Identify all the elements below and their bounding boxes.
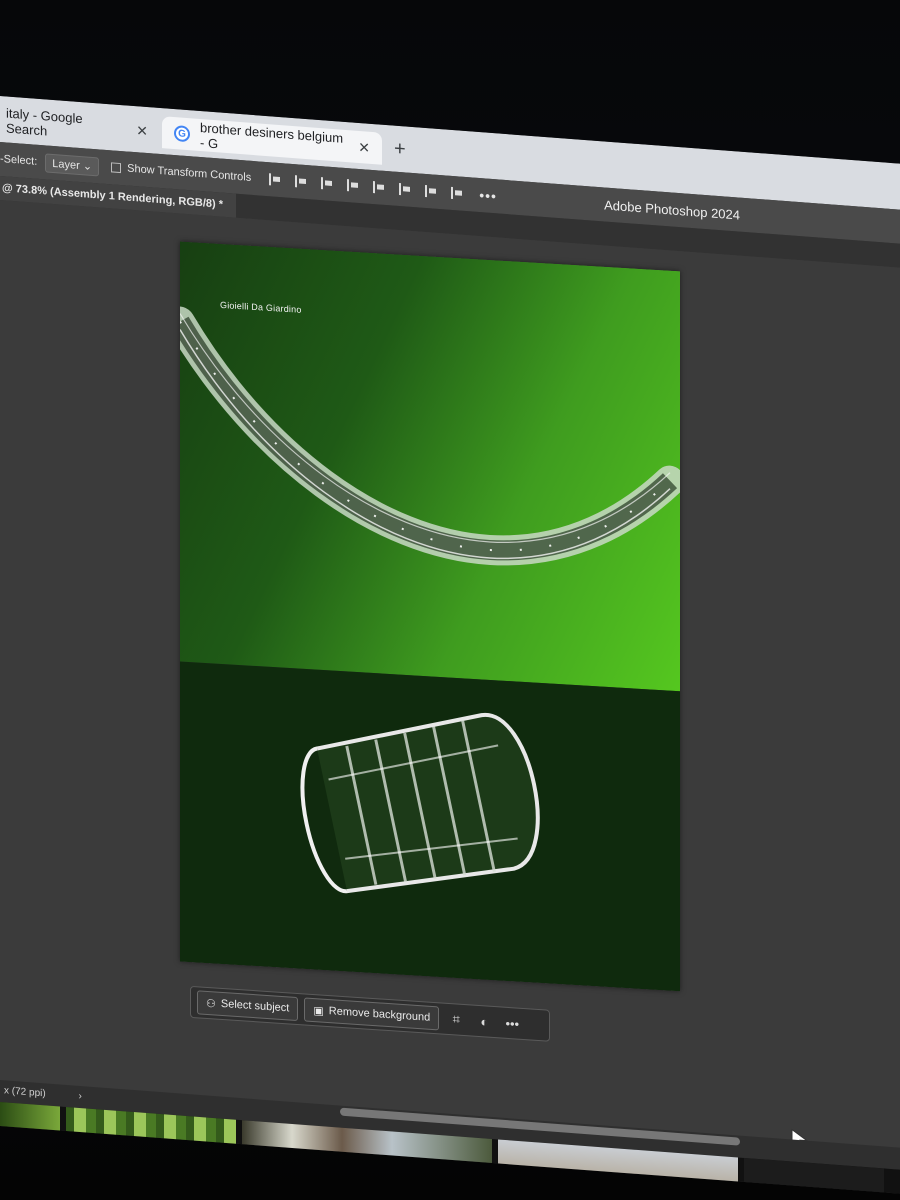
more-options-button[interactable]: ••• (479, 187, 497, 204)
browser-tab-google-search[interactable]: italy - Google Search ✕ (0, 104, 160, 148)
show-transform-label: Show Transform Controls (127, 162, 252, 184)
select-subject-button[interactable]: ⚇ Select subject (197, 990, 299, 1022)
canvas-workspace[interactable]: Gioielli Da Giardino ⚇ Select subject ▣ … (0, 200, 900, 1150)
image-icon: ▣ (313, 1004, 324, 1018)
align-middle-icon[interactable] (399, 183, 412, 196)
tab-title: brother desiners belgium - G (200, 120, 344, 152)
layer-select-dropdown[interactable]: Layer ⌄ (45, 152, 100, 176)
align-buttons (269, 173, 464, 200)
status-arrow-icon[interactable]: › (78, 1091, 81, 1102)
align-bottom-icon[interactable] (425, 184, 438, 198)
more-icon[interactable]: ••• (501, 1015, 523, 1031)
jewelry-render (180, 242, 680, 894)
align-right-icon[interactable] (321, 177, 334, 191)
remove-background-button[interactable]: ▣ Remove background (304, 997, 440, 1031)
adjustment-icon[interactable]: ◐ (473, 1013, 495, 1030)
artboard[interactable]: Gioielli Da Giardino (180, 241, 680, 992)
contextual-task-bar: ⚇ Select subject ▣ Remove background ⌗ ◐… (190, 985, 550, 1042)
transform-icon[interactable]: ⌗ (445, 1011, 467, 1028)
layer-select-value: Layer (52, 157, 80, 172)
distribute-icon[interactable] (347, 179, 360, 193)
align-center-icon[interactable] (295, 175, 308, 189)
new-tab-button[interactable]: + (394, 138, 406, 162)
google-icon: G (174, 125, 190, 143)
monitor-screen: italy - Google Search ✕ G brother desine… (0, 96, 900, 1194)
glass-vase-render (300, 713, 540, 894)
tab-title: italy - Google Search (6, 105, 83, 139)
show-transform-checkbox[interactable] (111, 162, 122, 174)
select-subject-label: Select subject (220, 997, 290, 1015)
distribute-vertical-icon[interactable] (451, 186, 464, 200)
close-icon[interactable]: ✕ (358, 138, 370, 156)
auto-select-label: -Select: (0, 153, 38, 168)
resolution-readout: x (72 ppi) (4, 1085, 46, 1100)
align-left-icon[interactable] (269, 173, 282, 187)
person-icon: ⚇ (206, 997, 216, 1011)
close-icon[interactable]: ✕ (136, 122, 148, 140)
align-top-icon[interactable] (373, 181, 386, 194)
remove-background-label: Remove background (328, 1005, 431, 1024)
app-title: Adobe Photoshop 2024 (604, 197, 740, 223)
